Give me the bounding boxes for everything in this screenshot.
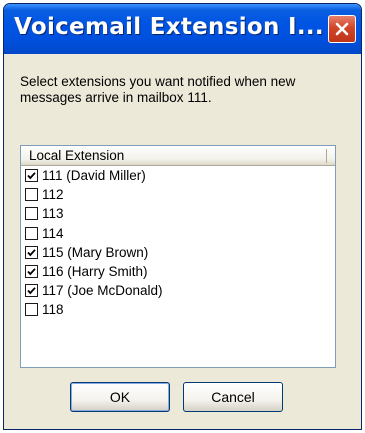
checkbox-checked[interactable] <box>25 265 38 279</box>
list-item-label: 113 <box>42 206 64 222</box>
column-divider[interactable] <box>326 149 327 163</box>
extension-rows: 111 (David Miller) 112 113 114 115 (Mary Bro… <box>21 166 335 320</box>
extension-list[interactable]: Local Extension 111 (David Miller) 112 113… <box>20 145 336 368</box>
list-item-label: 117 (Joe McDonald) <box>42 283 163 299</box>
checkbox-unchecked[interactable] <box>25 226 38 240</box>
checkmark-icon <box>27 172 36 180</box>
list-item[interactable]: 115 (Mary Brown) <box>21 243 335 262</box>
list-item[interactable]: 116 (Harry Smith) <box>21 262 335 281</box>
column-header-local-extension[interactable]: Local Extension <box>21 146 335 166</box>
checkbox-checked[interactable] <box>25 245 38 259</box>
list-item[interactable]: 118 <box>21 300 335 319</box>
list-item-label: 112 <box>42 187 64 203</box>
column-header-label: Local Extension <box>29 148 125 163</box>
list-item[interactable]: 112 <box>21 185 335 204</box>
checkbox-unchecked[interactable] <box>25 303 38 317</box>
checkmark-icon <box>27 268 36 276</box>
button-bar: OK Cancel <box>8 382 357 414</box>
list-item[interactable]: 113 <box>21 204 335 223</box>
list-item[interactable]: 111 (David Miller) <box>21 166 335 185</box>
cancel-button[interactable]: Cancel <box>183 382 283 412</box>
list-item-label: 114 <box>42 225 64 241</box>
list-item[interactable]: 114 <box>21 224 335 243</box>
checkmark-icon <box>27 249 36 257</box>
list-item-label: 111 (David Miller) <box>42 168 146 184</box>
checkbox-unchecked[interactable] <box>25 207 38 221</box>
checkbox-checked[interactable] <box>25 284 38 298</box>
checkmark-icon <box>27 287 36 295</box>
close-icon <box>335 22 349 36</box>
voicemail-extension-dialog: Voicemail Extension I... Select extensio… <box>3 3 362 430</box>
checkbox-unchecked[interactable] <box>25 188 38 202</box>
dialog-content: Select extensions you want notified when… <box>8 54 357 427</box>
list-item-label: 116 (Harry Smith) <box>42 264 148 280</box>
checkbox-checked[interactable] <box>25 169 38 183</box>
close-button[interactable] <box>328 15 356 43</box>
list-item[interactable]: 117 (Joe McDonald) <box>21 281 335 300</box>
list-item-label: 118 <box>42 302 64 318</box>
ok-button[interactable]: OK <box>70 382 170 412</box>
title-bar[interactable]: Voicemail Extension I... <box>4 4 361 54</box>
list-item-label: 115 (Mary Brown) <box>42 244 149 260</box>
instructions-text: Select extensions you want notified when… <box>20 74 296 105</box>
dialog-title: Voicemail Extension I... <box>14 14 324 40</box>
